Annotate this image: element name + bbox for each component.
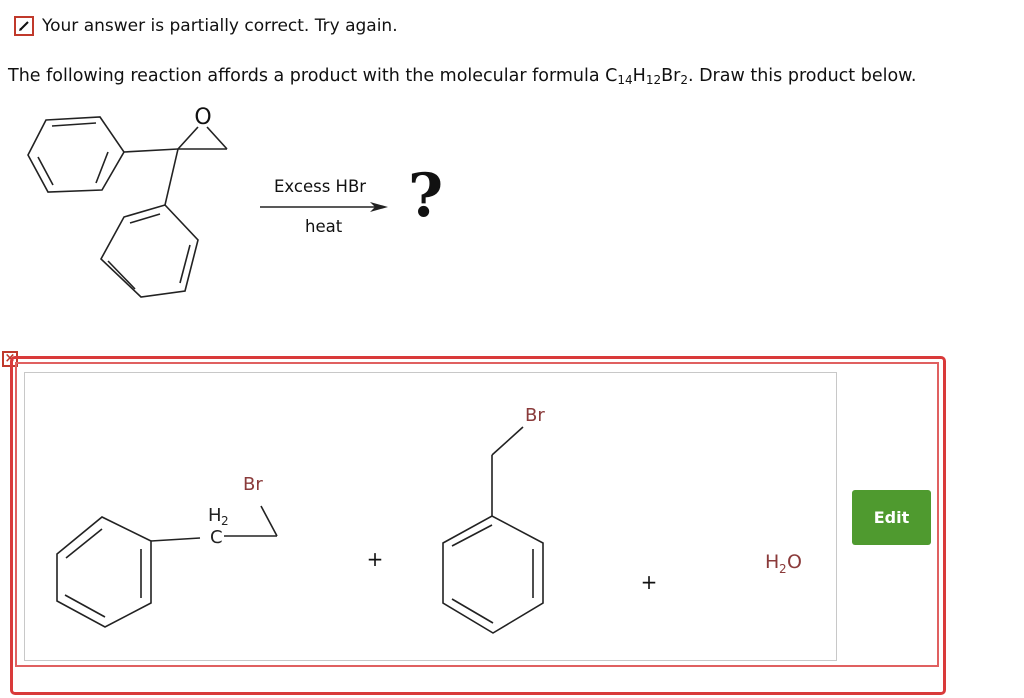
plus-sign-1: + (367, 547, 384, 571)
molecule1-ch2-h: H (208, 505, 222, 526)
formula-br: Br (661, 66, 681, 86)
unknown-product: ? (408, 161, 444, 231)
benzene-ring-lower (100, 204, 199, 298)
reagent-label: Excess HBr (274, 177, 367, 196)
formula-c-count: 14 (617, 73, 633, 87)
molecule1-ch2-sub: 2 (221, 514, 229, 528)
formula-h-count: 12 (645, 73, 662, 87)
plus-sign-2: + (641, 570, 658, 594)
oxygen-label: O (194, 105, 211, 130)
molecule2-br-label: Br (525, 405, 545, 426)
question-text: The following reaction affords a product… (8, 66, 916, 87)
benzene-ring-middle (442, 515, 544, 634)
molecule1-ch2-c: C (210, 527, 223, 548)
edit-button[interactable]: Edit (852, 490, 931, 545)
question-text-before: The following reaction affords a product… (8, 66, 606, 86)
formula-c: C (605, 66, 618, 86)
answer-structures: Br H 2 C + + Br H 2 O (56, 405, 802, 634)
formula-br-count: 2 (680, 73, 688, 87)
benzene-ring-left (56, 516, 152, 628)
molecule1-br-label: Br (243, 474, 263, 495)
drawing-canvas[interactable]: Br H 2 C + + Br H 2 O (24, 372, 837, 661)
feedback-status: Your answer is partially correct. Try ag… (14, 14, 398, 38)
feedback-message: Your answer is partially correct. Try ag… (42, 16, 398, 36)
question-text-after: . Draw this product below. (687, 66, 917, 86)
pencil-icon (14, 16, 34, 36)
benzene-ring-upper (27, 116, 125, 193)
formula-h: H (632, 66, 646, 86)
reactant-structure: O (27, 105, 388, 298)
water-sub: 2 (779, 562, 787, 576)
condition-label: heat (305, 217, 343, 236)
water-o: O (787, 551, 802, 573)
water-h: H (765, 551, 779, 573)
formula: C14H12Br2 (605, 66, 688, 87)
